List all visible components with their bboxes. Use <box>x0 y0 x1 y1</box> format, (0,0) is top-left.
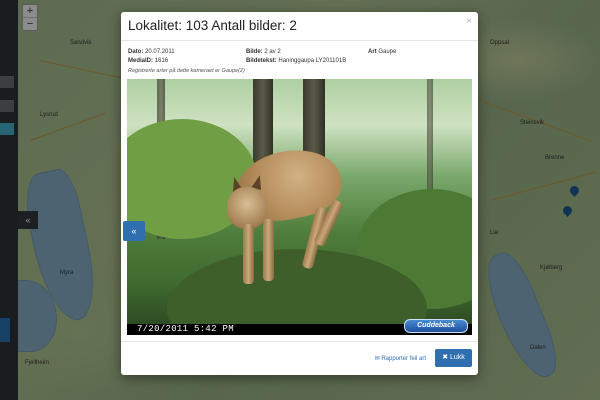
species-value: Gaupe <box>378 49 397 55</box>
image-viewer-modal: Lokalitet: 103 Antall bilder: 2 × Dato: … <box>121 12 478 375</box>
close-button[interactable]: ✖ Lukk <box>435 349 472 367</box>
report-wrong-species-label: Rapporter feil art <box>381 356 426 362</box>
registered-species-text: Registrerte arter på dette kameraet er G… <box>128 68 245 74</box>
photo-timestamp: 7/20/2011 5:42 PM <box>137 324 234 334</box>
image-text-label: Bildetekst: <box>246 58 277 64</box>
envelope-icon: ✉ <box>374 356 380 362</box>
close-x-icon: ✖ <box>442 354 449 361</box>
species-label: Art <box>368 49 377 55</box>
date-label: Dato: <box>128 49 144 55</box>
modal-header: Lokalitet: 103 Antall bilder: 2 × <box>121 12 478 41</box>
image-index-label: Bilde: <box>246 49 263 55</box>
lynx-head <box>227 187 267 229</box>
meta-col-right: Art Gaupe <box>368 48 396 57</box>
modal-title: Lokalitet: 103 Antall bilder: 2 <box>128 18 297 33</box>
meta-col-left: Dato: 20.07.2011 MediaID: 1616 <box>128 48 175 66</box>
report-wrong-species-link[interactable]: ✉ Rapporter feil art <box>375 355 426 362</box>
image-index-value: 2 av 2 <box>264 49 281 55</box>
close-icon[interactable]: × <box>466 16 472 27</box>
lynx-leg <box>243 224 254 284</box>
media-id-value: 1616 <box>154 58 169 64</box>
camera-trap-photo: 7/20/2011 5:42 PM Cuddeback <box>127 79 472 335</box>
media-id-label: MediaID: <box>128 58 154 64</box>
image-text-value: Haninggaupa LY201101B <box>278 58 347 64</box>
close-button-label: Lukk <box>450 354 465 361</box>
lynx-leg <box>263 219 274 281</box>
previous-image-button[interactable]: « <box>123 221 145 241</box>
meta-col-middle: Bilde: 2 av 2 Bildetekst: Haninggaupa LY… <box>246 48 346 66</box>
modal-footer: ✉ Rapporter feil art ✖ Lukk <box>121 341 478 375</box>
date-value: 20.07.2011 <box>145 49 175 55</box>
camera-brand-logo: Cuddeback <box>404 319 468 333</box>
